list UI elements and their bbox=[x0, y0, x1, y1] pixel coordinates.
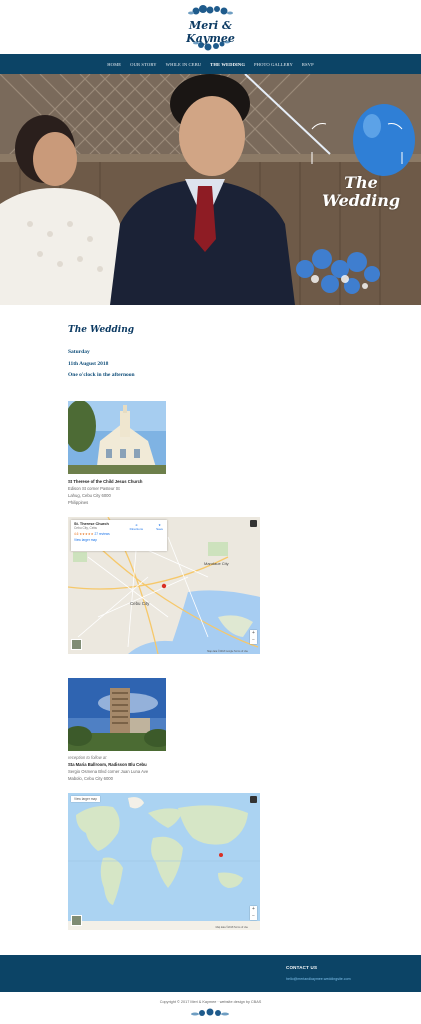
ceremony-address-3: Philippines bbox=[68, 500, 89, 505]
map-info-card: St. Therese Church Cebu City, Cebu 4.6 ★… bbox=[71, 520, 167, 551]
reception-address-1: Sergio Osmena Blvd corner Juan Luna Ave bbox=[68, 769, 149, 774]
map-tiles[interactable] bbox=[68, 793, 260, 930]
satellite-toggle[interactable] bbox=[71, 639, 82, 650]
hero-title: The Wedding bbox=[316, 174, 406, 210]
map-rating: 4.6 ★★★★★ 27 reviews bbox=[74, 532, 164, 536]
reception-name: Sta Maria Ballroom, Radisson Blu Cebu bbox=[68, 762, 147, 767]
wedding-details: The Wedding Saturday 11th August 2018 On… bbox=[68, 325, 268, 382]
date-full: 11th August 2018 bbox=[68, 360, 109, 367]
site-logo[interactable]: Meri & Kaymee bbox=[0, 0, 421, 54]
section-title: The Wedding bbox=[68, 325, 135, 335]
zoom-in-icon[interactable]: + bbox=[250, 906, 257, 913]
reception-note: reception to follow at bbox=[68, 755, 107, 760]
fullscreen-icon[interactable] bbox=[250, 796, 257, 803]
map-zoom-control[interactable]: + − bbox=[250, 906, 257, 920]
hero-banner: The Wedding bbox=[0, 74, 421, 305]
nav-rsvp[interactable]: RSVP bbox=[302, 62, 314, 67]
ceremony-address-2: Lahug, Cebu City 6000 bbox=[68, 493, 111, 498]
hotel-photo bbox=[68, 678, 166, 751]
contact-email-link[interactable]: hello@meriandkaymee.weddingsite.com bbox=[286, 977, 351, 981]
contact-title: CONTACT US bbox=[286, 965, 318, 970]
reception-venue: reception to follow at Sta Maria Ballroo… bbox=[68, 754, 268, 782]
map-save[interactable]: ★ Save bbox=[156, 523, 163, 531]
nav-our-story[interactable]: OUR STORY bbox=[130, 62, 156, 67]
map-larger-link[interactable]: View larger map bbox=[74, 538, 164, 542]
map-label-cebu: Cebu City bbox=[130, 601, 150, 606]
hero-title-line2: Wedding bbox=[321, 191, 401, 210]
map-place-sub: Cebu City, Cebu bbox=[74, 526, 98, 530]
church-photo bbox=[68, 401, 166, 474]
copyright: Copyright © 2017 Meri & Kaymee · website… bbox=[159, 1000, 262, 1004]
map-label-mandaue: Mandaue City bbox=[204, 561, 229, 566]
floral-flourish-icon bbox=[191, 1008, 229, 1016]
ceremony-address-1: Edison St corner Pasteur St bbox=[68, 486, 120, 491]
ceremony-name: St Therese of the Child Jesus Church bbox=[68, 479, 143, 484]
nav-home[interactable]: HOME bbox=[107, 62, 121, 67]
nav-photo-gallery[interactable]: PHOTO GALLERY bbox=[254, 62, 293, 67]
reception-map[interactable]: View larger map + − Map data ©2018 Terms … bbox=[68, 793, 260, 930]
map-footer: Map data ©2018 Google Terms of Use bbox=[207, 650, 248, 653]
satellite-toggle[interactable] bbox=[71, 915, 82, 926]
map-footer: Map data ©2018 Terms of Use bbox=[215, 926, 248, 929]
map-reviews-link[interactable]: 27 reviews bbox=[95, 532, 110, 536]
date-day: Saturday bbox=[68, 349, 90, 355]
map-rating-stars: 4.6 ★★★★★ bbox=[74, 532, 94, 536]
date-time: One o'clock in the afternoon bbox=[68, 372, 135, 378]
zoom-out-icon[interactable]: − bbox=[250, 913, 257, 920]
hero-title-line1: The bbox=[344, 173, 378, 192]
fullscreen-icon[interactable] bbox=[250, 520, 257, 527]
ceremony-map[interactable]: Mandaue City Cebu City St. Therese Churc… bbox=[68, 517, 260, 654]
zoom-out-icon[interactable]: − bbox=[250, 637, 257, 644]
reception-address-2: Mabolo, Cebu City 6000 bbox=[68, 776, 113, 781]
nav-the-wedding[interactable]: THE WEDDING bbox=[210, 62, 245, 67]
main-nav: HOME OUR STORY WHILE IN CEBU THE WEDDING… bbox=[0, 54, 421, 74]
map-directions[interactable]: ➜ Directions bbox=[130, 523, 143, 531]
map-zoom-control[interactable]: + − bbox=[250, 630, 257, 644]
map-save-label: Save bbox=[156, 527, 163, 531]
zoom-in-icon[interactable]: + bbox=[250, 630, 257, 637]
logo-text: Meri & Kaymee bbox=[186, 19, 235, 45]
site-footer: CONTACT US hello@meriandkaymee.weddingsi… bbox=[0, 955, 421, 992]
map-directions-label: Directions bbox=[129, 527, 143, 531]
map-larger-link[interactable]: View larger map bbox=[71, 796, 100, 802]
nav-while-in-cebu[interactable]: WHILE IN CEBU bbox=[166, 62, 202, 67]
ceremony-venue: St Therese of the Child Jesus Church Edi… bbox=[68, 478, 268, 506]
